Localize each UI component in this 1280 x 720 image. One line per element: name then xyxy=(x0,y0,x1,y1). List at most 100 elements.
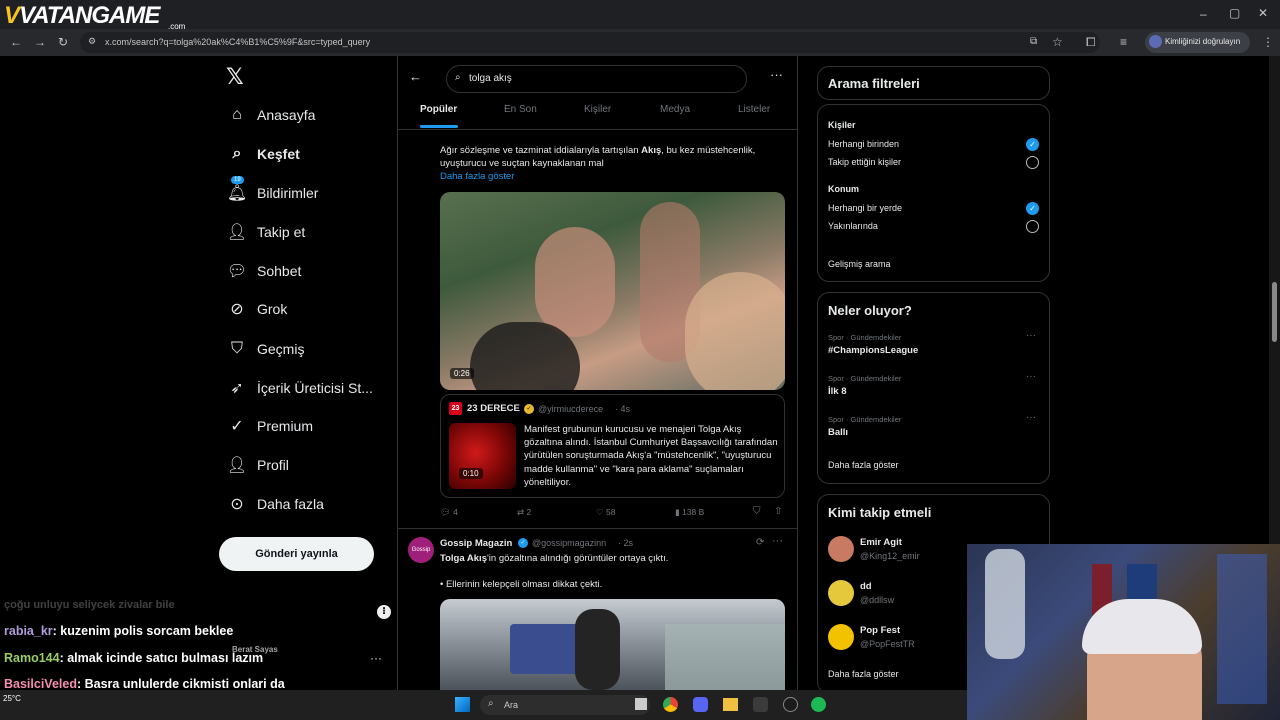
extensions-icon[interactable]: ⧠ xyxy=(1086,35,1096,50)
x-logo[interactable]: 𝕏 xyxy=(226,64,244,90)
post2-more-icon[interactable]: ··· xyxy=(772,535,783,547)
install-icon[interactable]: ⧉ xyxy=(1030,36,1037,47)
steam-taskbar-icon[interactable] xyxy=(753,697,768,712)
user-handle: @PopFestTR xyxy=(860,639,915,649)
trend-name[interactable]: #ChampionsLeague xyxy=(828,345,918,356)
nav-item-7[interactable]: ⛉ Geçmiş xyxy=(226,334,304,364)
post1-show-more[interactable]: Daha fazla göster xyxy=(440,170,514,183)
trend-name[interactable]: Ballı xyxy=(828,427,848,438)
search-tab-4[interactable]: Medya xyxy=(660,104,690,115)
post2-line1: Tolga Akış'in gözaltına alındığı görüntü… xyxy=(440,553,669,564)
forward-icon[interactable]: → xyxy=(34,35,46,49)
reply-count: 4 xyxy=(453,507,458,517)
obs-taskbar-icon[interactable] xyxy=(783,697,798,712)
post-button[interactable]: Gönderi yayınla xyxy=(219,537,374,571)
location-option-nearby[interactable]: Yakınlarında xyxy=(828,221,878,231)
webcam-overlay xyxy=(967,544,1280,720)
nav-item-8[interactable]: ➶ İçerik Üreticisi St... xyxy=(226,373,373,403)
spotify-taskbar-icon[interactable] xyxy=(811,697,826,712)
trend-more-icon[interactable]: ··· xyxy=(1026,330,1036,341)
profile-avatar[interactable] xyxy=(1149,35,1162,48)
weather-widget[interactable]: 25°C xyxy=(3,694,21,703)
windows-start-icon[interactable] xyxy=(455,697,470,712)
trend-more-icon[interactable]: ··· xyxy=(1026,412,1036,423)
taskbar-search[interactable]: ⌕ Ara xyxy=(480,695,650,715)
nav-item-6[interactable]: ⊘ Grok xyxy=(226,294,287,324)
post2-author-name[interactable]: Gossip Magazin xyxy=(440,538,512,549)
search-input[interactable]: tolga akış xyxy=(446,65,747,93)
star-icon[interactable]: ☆ xyxy=(1052,35,1063,49)
nav-item-label: Daha fazla xyxy=(257,496,324,512)
more-options-icon[interactable]: ··· xyxy=(770,67,783,82)
maximize-icon[interactable]: ▢ xyxy=(1229,6,1240,20)
nav-item-4[interactable]: 👤︎ Takip et xyxy=(226,217,305,247)
people-option-anyone[interactable]: Herhangi birinden xyxy=(828,139,899,149)
task-view-icon[interactable] xyxy=(635,698,647,710)
trend-more-icon[interactable]: ··· xyxy=(1026,371,1036,382)
user-name[interactable]: Emir Agit xyxy=(860,537,902,548)
browser-menu-icon[interactable]: ⋮ xyxy=(1262,35,1274,49)
back-arrow-icon[interactable]: ← xyxy=(409,69,422,84)
search-tab-3[interactable]: Kişiler xyxy=(584,104,611,115)
location-option-anywhere[interactable]: Herhangi bir yerde xyxy=(828,203,902,213)
search-tab-5[interactable]: Listeler xyxy=(738,104,770,115)
site-info-icon[interactable]: ⚙ xyxy=(88,36,96,47)
post1-text: Ağır sözleşme ve tazminat iddialarıyla t… xyxy=(440,145,756,169)
post-divider xyxy=(398,528,797,529)
views-button[interactable]: ▮ 138 B xyxy=(675,507,704,518)
trends-show-more[interactable]: Daha fazla göster xyxy=(828,460,899,470)
checked-radio-icon[interactable]: ✓ xyxy=(1026,202,1039,215)
like-button[interactable]: ♡ 58 xyxy=(596,507,615,518)
chat-info-icon[interactable]: ⁝ xyxy=(377,605,391,619)
share-icon[interactable]: ⇧ xyxy=(774,506,782,517)
nav-item-10[interactable]: 👤︎ Profil xyxy=(226,450,289,480)
checked-radio-icon[interactable]: ✓ xyxy=(1026,138,1039,151)
file-explorer-icon[interactable] xyxy=(723,698,738,711)
radio-icon[interactable] xyxy=(1026,220,1039,233)
reply-button[interactable]: 💬︎ 4 xyxy=(440,507,458,518)
repost-button[interactable]: ⇄ 2 xyxy=(517,507,531,518)
radio-icon[interactable] xyxy=(1026,156,1039,169)
user-avatar[interactable] xyxy=(828,536,854,562)
minimize-icon[interactable]: – xyxy=(1200,7,1207,21)
who-to-follow-show-more[interactable]: Daha fazla göster xyxy=(828,669,899,679)
nav-item-2[interactable]: ⌕ Keşfet xyxy=(226,139,300,169)
user-name[interactable]: dd xyxy=(860,581,872,592)
quote-video-thumbnail[interactable]: 0:10 xyxy=(449,423,516,489)
nav-item-3[interactable]: 🔔︎ 19 Bildirimler xyxy=(226,176,318,208)
post2-video[interactable] xyxy=(440,599,785,690)
search-tab-1[interactable]: Popüler xyxy=(420,104,457,115)
post1-video[interactable]: 0:26 xyxy=(440,192,785,390)
nav-item-11[interactable]: ⊙ Daha fazla xyxy=(226,489,324,519)
user-avatar[interactable] xyxy=(828,624,854,650)
reading-list-icon[interactable]: ≡ xyxy=(1120,35,1127,49)
back-icon[interactable]: ← xyxy=(10,35,22,49)
trend-name[interactable]: İlk 8 xyxy=(828,386,847,397)
close-icon[interactable]: ✕ xyxy=(1258,6,1268,20)
chat-text: : almak icinde satıcı bulması lazım xyxy=(59,651,264,665)
nav-item-9[interactable]: ✓ Premium xyxy=(226,411,313,441)
nav-item-5[interactable]: 💬︎ Sohbet xyxy=(226,256,302,286)
gossip-avatar[interactable]: Gossip xyxy=(408,537,434,563)
grok-icon: ⊘ xyxy=(230,301,244,318)
search-tab-2[interactable]: En Son xyxy=(504,104,537,115)
user-name[interactable]: Pop Fest xyxy=(860,625,900,636)
reload-icon[interactable]: ↻ xyxy=(58,35,68,49)
grok-icon[interactable]: ⟳ xyxy=(756,537,764,548)
url-text[interactable]: x.com/search?q=tolga%20ak%C4%B1%C5%9F&sr… xyxy=(105,37,370,47)
user-avatar[interactable] xyxy=(828,580,854,606)
heart-icon: ♡ xyxy=(596,507,604,517)
search-query: tolga akış xyxy=(469,73,512,84)
browser-titlebar xyxy=(0,0,1280,29)
discord-taskbar-icon[interactable] xyxy=(693,697,708,712)
bookmark-icon[interactable]: ⛉ xyxy=(753,506,761,517)
account-more-icon[interactable]: ··· xyxy=(370,651,382,665)
user-handle: @King12_emir xyxy=(860,551,920,561)
chrome-taskbar-icon[interactable] xyxy=(663,697,678,712)
video-figure xyxy=(575,609,620,690)
advanced-search-link[interactable]: Gelişmiş arama xyxy=(828,259,891,269)
scrollbar-thumb[interactable] xyxy=(1272,282,1277,342)
people-option-following[interactable]: Takip ettiğin kişiler xyxy=(828,157,901,167)
nav-item-label: Sohbet xyxy=(257,263,302,279)
nav-item-1[interactable]: ⌂ Anasayfa xyxy=(226,100,315,130)
